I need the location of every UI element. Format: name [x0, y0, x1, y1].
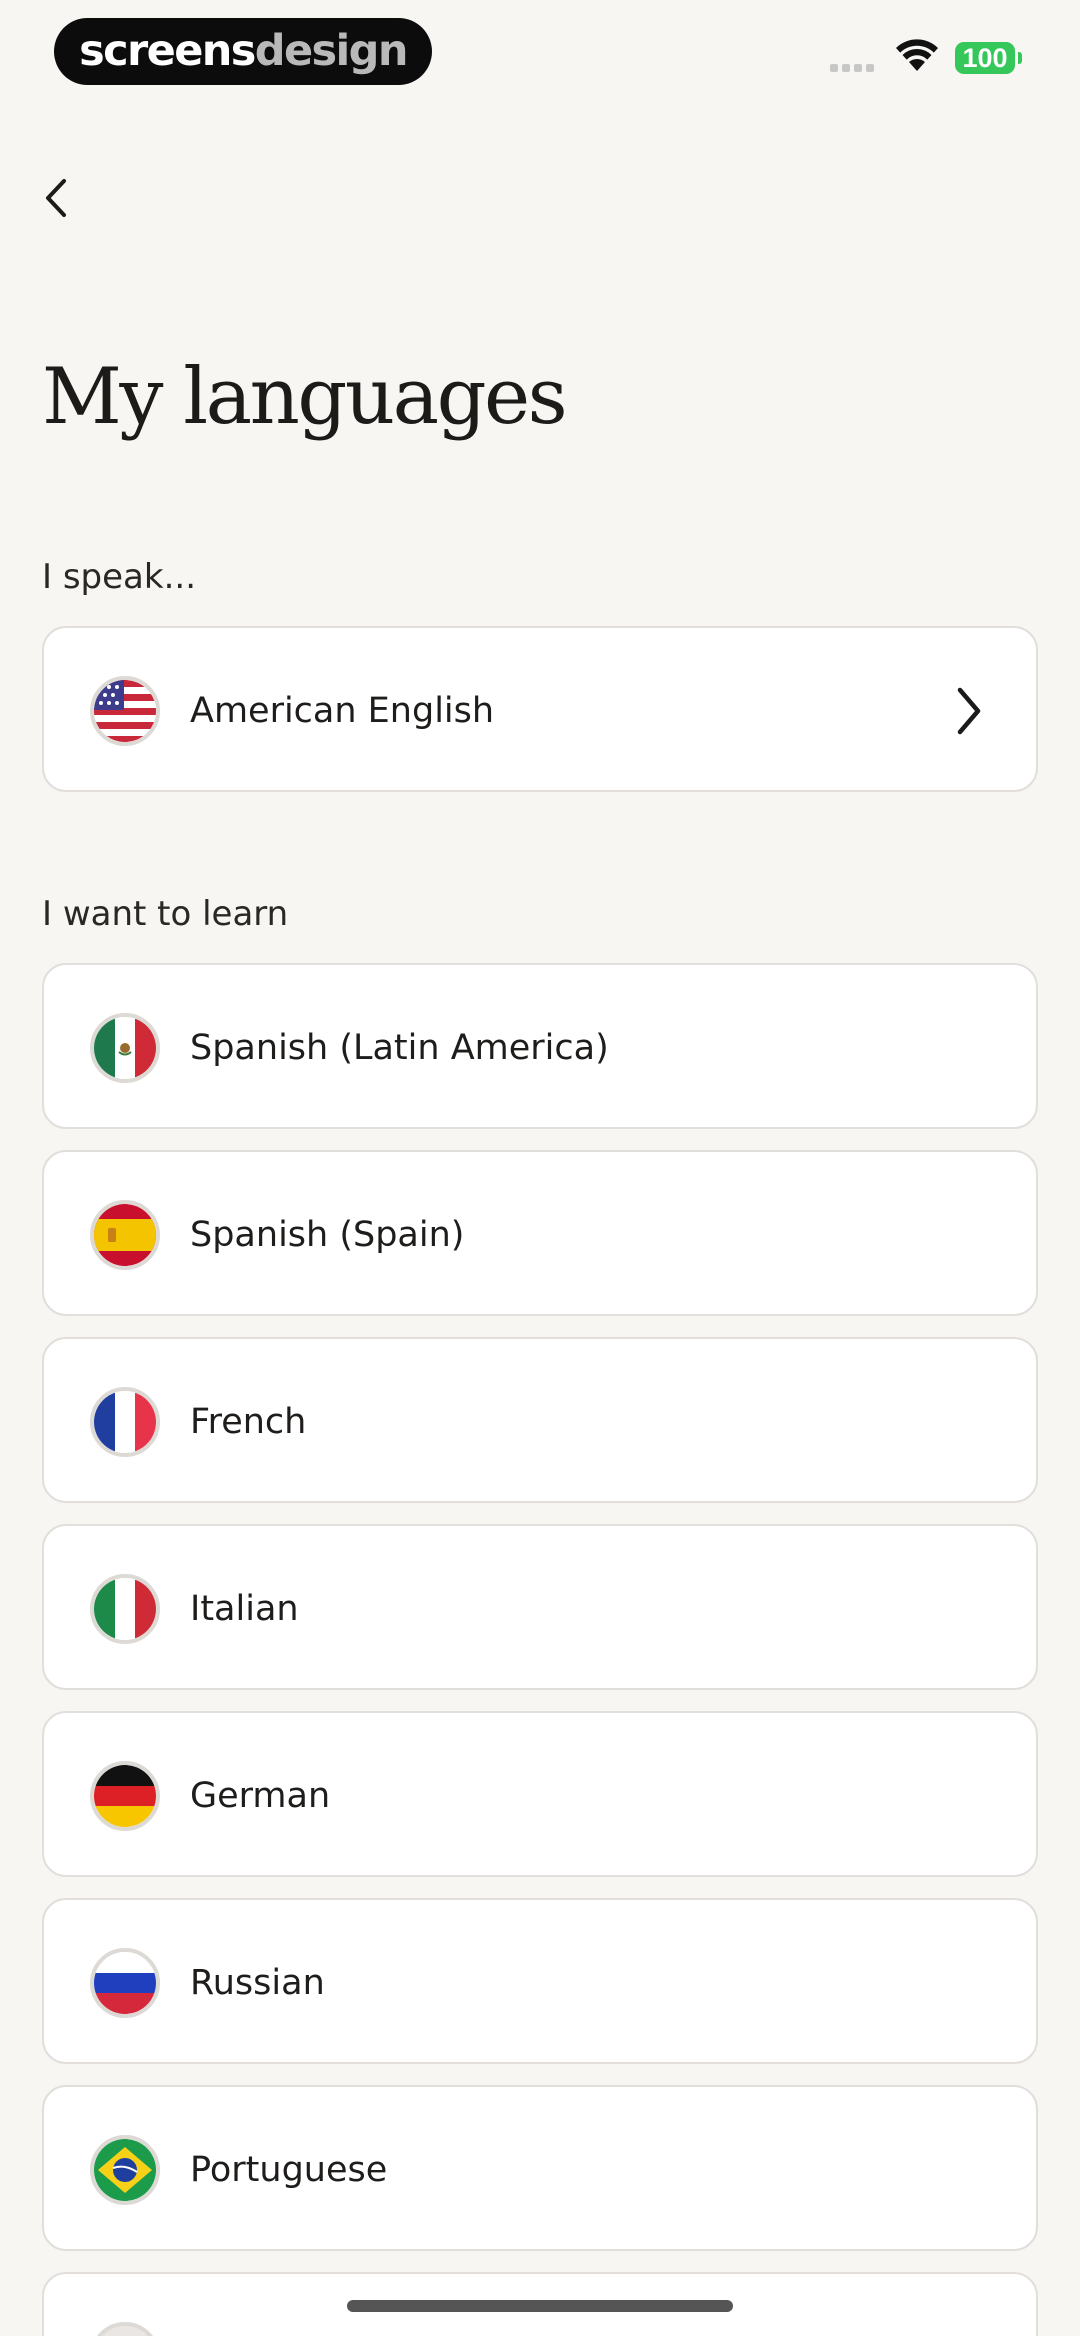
brazil-flag-icon — [90, 2135, 160, 2205]
brand-text-design: design — [254, 26, 409, 76]
my-languages-screen: screens design 100 My languages I speak..… — [0, 0, 1080, 2336]
native-language-card[interactable]: American English — [42, 626, 1038, 792]
learn-language-card[interactable]: Portuguese — [42, 2085, 1038, 2251]
learn-section-label: I want to learn — [42, 894, 289, 934]
france-flag-icon — [90, 1387, 160, 1457]
flag-icon — [90, 2322, 160, 2336]
mexico-flag-icon — [90, 1013, 160, 1083]
chevron-right-icon — [957, 687, 981, 735]
native-language-name: American English — [190, 691, 495, 731]
language-name: Italian — [190, 1589, 299, 1629]
brand-text-screens: screens — [79, 26, 256, 76]
language-name: German — [190, 1776, 331, 1816]
learn-language-card[interactable]: Italian — [42, 1524, 1038, 1690]
battery-indicator: 100 — [955, 42, 1015, 74]
language-name: Russian — [190, 1963, 325, 2003]
germany-flag-icon — [90, 1761, 160, 1831]
us-flag-icon — [90, 676, 160, 746]
language-name: French — [190, 1402, 307, 1442]
learn-language-card[interactable]: Russian — [42, 1898, 1038, 2064]
learn-language-card[interactable]: German — [42, 1711, 1038, 1877]
language-name: Spanish (Spain) — [190, 1215, 465, 1255]
learn-language-card[interactable]: French — [42, 1337, 1038, 1503]
home-indicator[interactable] — [347, 2300, 733, 2312]
italy-flag-icon — [90, 1574, 160, 1644]
cellular-signal-icon — [830, 64, 874, 72]
wifi-icon — [896, 39, 938, 71]
spain-flag-icon — [90, 1200, 160, 1270]
chevron-left-icon — [46, 179, 66, 217]
language-name: Spanish (Latin America) — [190, 1028, 609, 1068]
page-title: My languages — [42, 352, 568, 442]
battery-cap — [1018, 52, 1022, 64]
brand-watermark: screens design — [54, 18, 432, 85]
speak-section-label: I speak... — [42, 557, 196, 597]
russia-flag-icon — [90, 1948, 160, 2018]
language-name: Portuguese — [190, 2150, 388, 2190]
learn-language-card[interactable]: Spanish (Latin America) — [42, 963, 1038, 1129]
back-button[interactable] — [36, 170, 76, 226]
learn-language-card[interactable]: Spanish (Spain) — [42, 1150, 1038, 1316]
